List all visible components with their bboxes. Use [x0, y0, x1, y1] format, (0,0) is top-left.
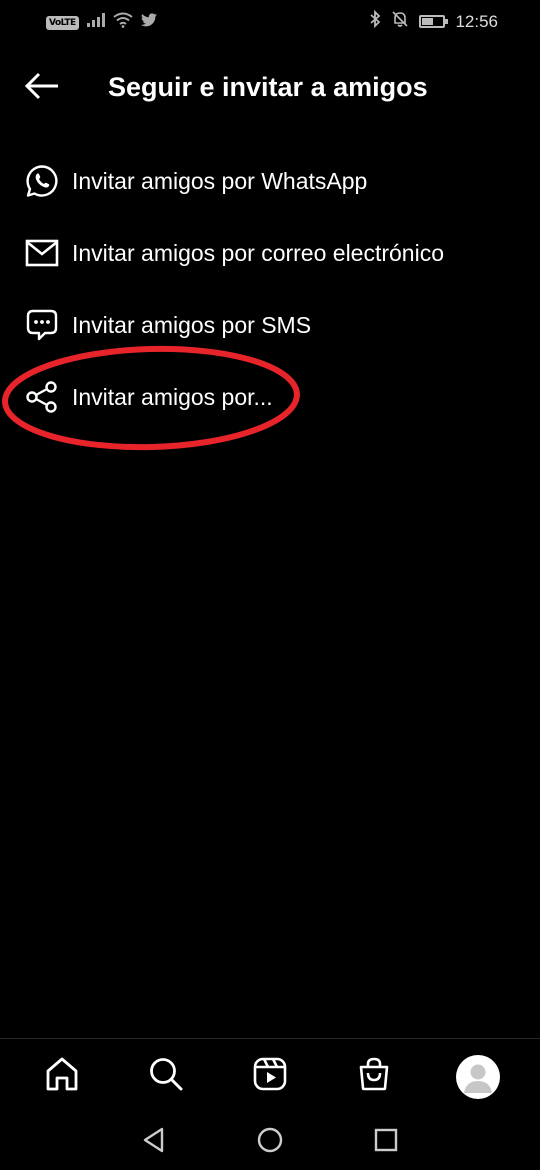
status-left: VoLTE	[46, 12, 157, 33]
home-icon	[44, 1056, 80, 1097]
arrow-left-icon	[24, 72, 60, 105]
system-home-button[interactable]	[252, 1124, 288, 1160]
nav-home-button[interactable]	[34, 1049, 90, 1105]
twitter-icon	[140, 13, 157, 32]
mail-icon	[24, 235, 60, 271]
battery-icon	[419, 15, 449, 28]
mute-bell-icon	[391, 10, 409, 33]
battery-level	[422, 18, 434, 25]
chat-bubble-icon	[24, 307, 60, 343]
bottom-nav	[0, 1038, 540, 1114]
system-nav	[0, 1114, 540, 1170]
share-icon	[24, 379, 60, 415]
invite-menu: Invitar amigos por WhatsApp Invitar amig…	[0, 145, 540, 433]
signal-icon	[86, 13, 105, 32]
home-circle-icon	[256, 1126, 284, 1159]
search-icon	[148, 1056, 184, 1097]
reels-icon	[252, 1056, 288, 1097]
invite-whatsapp-item[interactable]: Invitar amigos por WhatsApp	[0, 145, 540, 217]
profile-avatar	[456, 1054, 500, 1099]
whatsapp-icon	[24, 163, 60, 199]
nav-search-button[interactable]	[138, 1049, 194, 1105]
shop-icon	[356, 1056, 392, 1097]
recents-square-icon	[374, 1128, 398, 1157]
menu-item-label: Invitar amigos por SMS	[72, 311, 312, 338]
menu-item-label: Invitar amigos por...	[72, 383, 273, 410]
page-title: Seguir e invitar a amigos	[108, 72, 428, 102]
status-right: 12:56	[369, 9, 498, 33]
status-bar: VoLTE 12:56	[0, 0, 540, 44]
menu-item-label: Invitar amigos por correo electrónico	[72, 239, 444, 266]
invite-share-item[interactable]: Invitar amigos por...	[0, 361, 540, 433]
nav-reels-button[interactable]	[242, 1049, 298, 1105]
menu-item-label: Invitar amigos por WhatsApp	[72, 167, 368, 194]
nav-shop-button[interactable]	[346, 1049, 402, 1105]
bluetooth-icon	[369, 9, 381, 33]
invite-email-item[interactable]: Invitar amigos por correo electrónico	[0, 217, 540, 289]
system-back-button[interactable]	[136, 1124, 172, 1160]
volte-badge: VoLTE	[46, 15, 79, 30]
invite-sms-item[interactable]: Invitar amigos por SMS	[0, 289, 540, 361]
header: Seguir e invitar a amigos	[0, 60, 540, 116]
back-triangle-icon	[142, 1127, 166, 1158]
system-recents-button[interactable]	[368, 1124, 404, 1160]
back-button[interactable]	[22, 72, 62, 104]
status-time: 12:56	[455, 11, 498, 31]
default-avatar-icon	[464, 1064, 492, 1093]
nav-profile-button[interactable]	[450, 1049, 506, 1105]
wifi-icon	[113, 12, 133, 33]
